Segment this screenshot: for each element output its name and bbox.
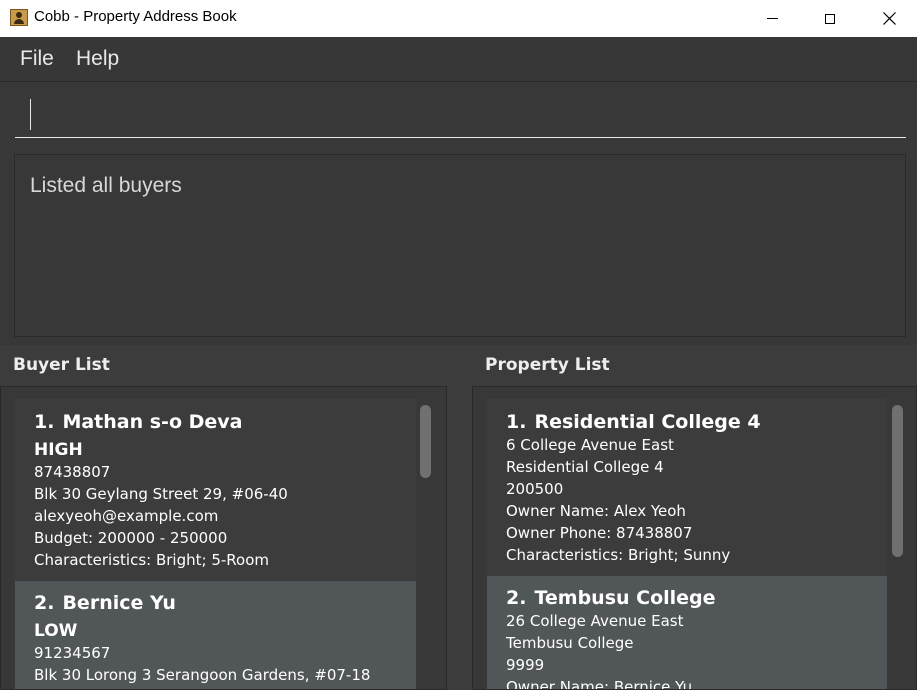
text-caret [30,99,31,130]
buyer-name: Mathan s-o Deva [62,411,243,433]
buyer-card[interactable]: 1. Mathan s-o Deva HIGH 87438807 Blk 30 G… [15,399,416,581]
property-list-panel[interactable]: 1. Residential College 4 6 College Avenue… [472,386,917,690]
property-address: 6 College Avenue East [506,436,674,454]
buyer-name-row: 1. Mathan s-o Deva [34,410,416,434]
property-owner-name: Owner Name: Alex Yeoh [506,502,686,520]
property-index: 1. [506,411,527,433]
property-list-scrollbar[interactable] [892,405,903,557]
buyer-budget: Budget: 200000 - 250000 [34,529,228,547]
buyer-card[interactable]: 2. Bernice Yu LOW 91234567 Blk 30 Lorong … [15,581,416,689]
property-owner-name: Owner Name: Bernice Yu [506,678,693,690]
address-book-icon [10,9,28,26]
property-address: 26 College Avenue East [506,612,684,630]
property-name: Residential College 4 [534,411,761,433]
maximize-button[interactable] [807,0,853,37]
result-display-area: Listed all buyers [0,146,917,345]
buyer-list-scrollbar[interactable] [420,405,431,478]
buyer-name-row: 2. Bernice Yu [34,591,416,615]
buyer-phone: 87438807 [34,463,111,481]
close-icon [882,12,896,25]
minimize-icon [766,18,778,19]
result-display: Listed all buyers [14,154,906,337]
window-title: Cobb - Property Address Book [34,8,237,25]
property-card[interactable]: 2. Tembusu College 26 College Avenue East… [487,576,887,690]
menu-file[interactable]: File [20,47,54,71]
property-characteristics: Characteristics: Bright; Sunny [506,546,731,564]
menu-bar: File Help [0,37,917,81]
property-price: 200500 [506,480,564,498]
property-owner-phone: Owner Phone: 87438807 [506,524,693,542]
minimize-button[interactable] [749,0,795,37]
property-description: Tembusu College [506,634,634,652]
buyer-index: 2. [34,592,55,614]
buyer-priority: HIGH [34,440,83,460]
title-bar: Cobb - Property Address Book [0,0,917,37]
command-input[interactable] [15,96,906,138]
property-card[interactable]: 1. Residential College 4 6 College Avenue… [487,399,887,576]
buyer-address: Blk 30 Lorong 3 Serangoon Gardens, #07-1… [34,666,371,684]
property-list-title: Property List [485,355,610,375]
property-description: Residential College 4 [506,458,664,476]
buyer-email: alexyeoh@example.com [34,507,219,525]
buyer-list-title: Buyer List [13,355,110,375]
buyer-characteristics: Characteristics: Bright; 5-Room [34,551,269,569]
buyer-phone: 91234567 [34,644,111,662]
command-box-area [0,81,917,147]
buyer-address: Blk 30 Geylang Street 29, #06-40 [34,485,288,503]
buyer-index: 1. [34,411,55,433]
property-name-row: 1. Residential College 4 [506,410,887,434]
result-message: Listed all buyers [30,174,182,197]
buyer-priority: LOW [34,621,78,641]
property-index: 2. [506,587,527,609]
maximize-icon [825,13,835,24]
menu-help[interactable]: Help [76,47,119,71]
property-name-row: 2. Tembusu College [506,586,887,610]
property-name: Tembusu College [534,587,716,609]
buyer-name: Bernice Yu [62,592,176,614]
property-price: 9999 [506,656,545,674]
close-button[interactable] [866,0,912,37]
buyer-list-panel[interactable]: 1. Mathan s-o Deva HIGH 87438807 Blk 30 G… [0,386,447,690]
